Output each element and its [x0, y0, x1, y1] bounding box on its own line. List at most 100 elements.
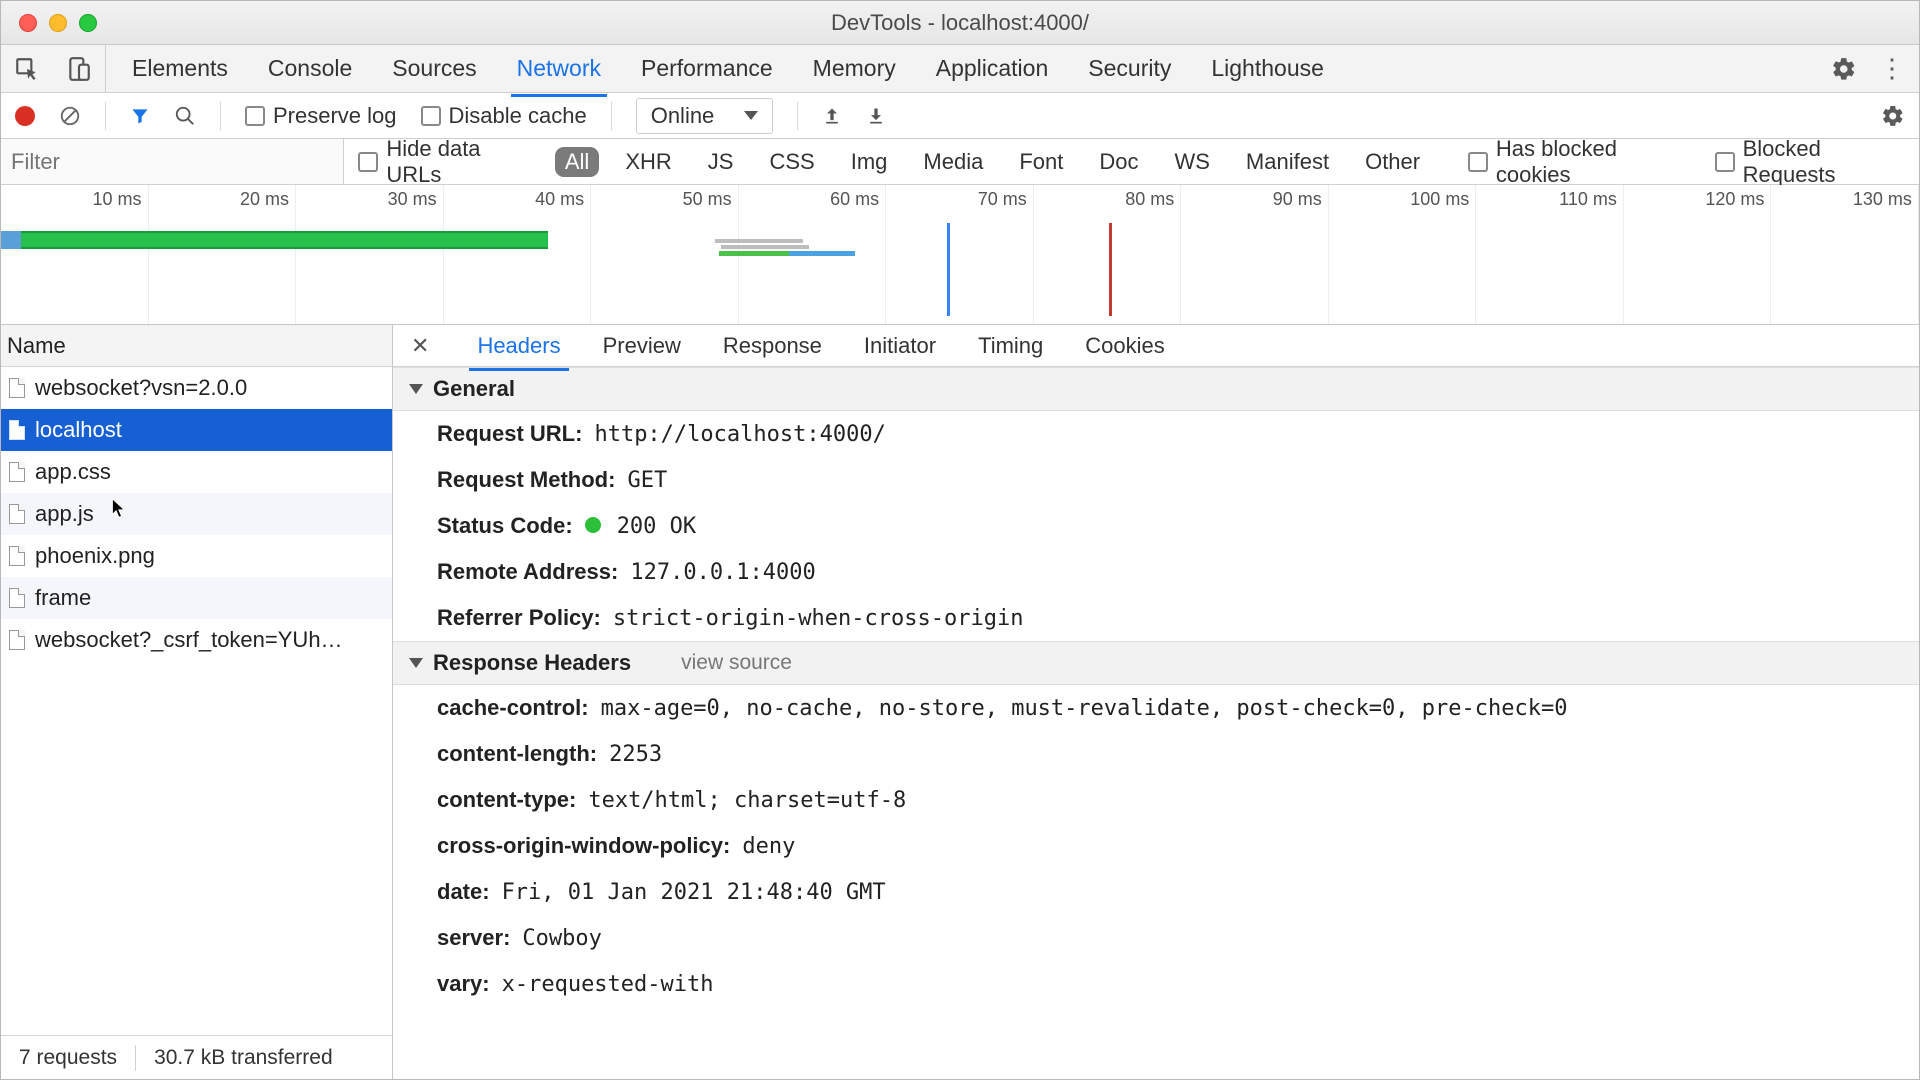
upload-har-icon[interactable] [822, 105, 842, 127]
timeline-tick: 90 ms [1181, 185, 1329, 325]
disable-cache-checkbox[interactable]: Disable cache [421, 103, 587, 129]
request-row[interactable]: app.css [1, 451, 392, 493]
timeline-tick: 80 ms [1034, 185, 1182, 325]
preserve-log-checkbox[interactable]: Preserve log [245, 103, 397, 129]
hide-data-urls-checkbox[interactable]: Hide data URLs [358, 136, 540, 188]
name-column-header: Name [7, 333, 66, 359]
header-key: Request URL: [437, 421, 582, 447]
titlebar: DevTools - localhost:4000/ [1, 1, 1919, 45]
close-window-button[interactable] [19, 14, 37, 32]
header-row: Referrer Policy: strict-origin-when-cros… [393, 595, 1919, 641]
record-button[interactable] [15, 106, 35, 126]
file-icon [9, 378, 25, 398]
separator [611, 102, 612, 130]
request-list-header[interactable]: Name [1, 325, 392, 367]
maximize-window-button[interactable] [79, 14, 97, 32]
panel-tab-sources[interactable]: Sources [390, 47, 478, 90]
has-blocked-cookies-checkbox[interactable]: Has blocked cookies [1468, 136, 1697, 188]
detail-tab-cookies[interactable]: Cookies [1083, 329, 1166, 363]
separator [797, 102, 798, 130]
header-row: cross-origin-window-policy: deny [393, 823, 1919, 869]
blocked-requests-checkbox[interactable]: Blocked Requests [1715, 136, 1919, 188]
request-row[interactable]: app.js [1, 493, 392, 535]
panel-tab-memory[interactable]: Memory [811, 47, 898, 90]
transferred-size: 30.7 kB transferred [136, 1046, 351, 1070]
search-icon[interactable] [174, 105, 196, 127]
filter-type-js[interactable]: JS [698, 147, 744, 177]
detail-tab-response[interactable]: Response [721, 329, 824, 363]
header-key: Request Method: [437, 467, 615, 493]
header-key: content-type: [437, 787, 576, 813]
timeline-overview[interactable]: 10 ms20 ms30 ms40 ms50 ms60 ms70 ms80 ms… [1, 185, 1919, 325]
request-name: app.css [35, 459, 111, 485]
response-headers-title: Response Headers [433, 650, 631, 676]
more-menu-icon[interactable]: ⋮ [1879, 53, 1905, 84]
header-row: content-length: 2253 [393, 731, 1919, 777]
detail-tab-preview[interactable]: Preview [601, 329, 683, 363]
header-key: cache-control: [437, 695, 589, 721]
panel-tab-lighthouse[interactable]: Lighthouse [1209, 47, 1326, 90]
file-icon [9, 420, 25, 440]
detail-tab-initiator[interactable]: Initiator [862, 329, 938, 363]
request-row[interactable]: frame [1, 577, 392, 619]
timeline-tick: 20 ms [149, 185, 297, 325]
filter-type-img[interactable]: Img [841, 147, 898, 177]
request-row[interactable]: websocket?vsn=2.0.0 [1, 367, 392, 409]
checkbox-icon [1715, 152, 1735, 172]
panel-tab-elements[interactable]: Elements [130, 47, 230, 90]
throttling-select[interactable]: Online [636, 98, 774, 134]
filter-toggle-icon[interactable] [130, 106, 150, 126]
filter-type-xhr[interactable]: XHR [615, 147, 681, 177]
filter-type-other[interactable]: Other [1355, 147, 1430, 177]
inspect-element-icon[interactable] [1, 45, 53, 92]
header-row: Request URL: http://localhost:4000/ [393, 411, 1919, 457]
view-source-link[interactable]: view source [681, 651, 792, 675]
filter-type-manifest[interactable]: Manifest [1236, 147, 1339, 177]
panel-tab-performance[interactable]: Performance [639, 47, 775, 90]
timeline-tick: 100 ms [1329, 185, 1477, 325]
header-value: GET [627, 468, 667, 493]
timeline-tick: 130 ms [1771, 185, 1919, 325]
detail-tab-headers[interactable]: Headers [475, 329, 562, 363]
header-key: server: [437, 925, 510, 951]
request-details: ✕ Headers Preview Response Initiator Timing C… [393, 325, 1919, 1079]
timeline-tick: 70 ms [886, 185, 1034, 325]
panel-tab-network[interactable]: Network [515, 47, 603, 90]
filter-type-all[interactable]: All [555, 147, 599, 177]
header-value: Cowboy [522, 926, 601, 951]
response-headers-section-header[interactable]: Response Headers view source [393, 641, 1919, 685]
request-row[interactable]: websocket?_csrf_token=YUh… [1, 619, 392, 661]
download-har-icon[interactable] [866, 105, 886, 127]
header-row: vary: x-requested-with [393, 961, 1919, 1007]
header-key: vary: [437, 971, 490, 997]
filter-type-font[interactable]: Font [1009, 147, 1073, 177]
settings-icon[interactable] [1831, 56, 1857, 82]
disable-cache-label: Disable cache [449, 103, 587, 129]
close-details-button[interactable]: ✕ [411, 333, 429, 359]
request-row[interactable]: phoenix.png [1, 535, 392, 577]
chevron-down-icon [744, 111, 758, 120]
request-row[interactable]: localhost [1, 409, 392, 451]
header-key: Referrer Policy: [437, 605, 601, 631]
header-key: Status Code: [437, 513, 573, 539]
panel-tab-security[interactable]: Security [1086, 47, 1173, 90]
panel-tab-application[interactable]: Application [934, 47, 1051, 90]
detail-tab-timing[interactable]: Timing [976, 329, 1045, 363]
headers-panel: General Request URL: http://localhost:40… [393, 367, 1919, 1079]
filter-type-ws[interactable]: WS [1164, 147, 1219, 177]
header-value: http://localhost:4000/ [594, 422, 885, 447]
filter-type-doc[interactable]: Doc [1089, 147, 1148, 177]
header-row: cache-control: max-age=0, no-cache, no-s… [393, 685, 1919, 731]
filter-type-css[interactable]: CSS [759, 147, 824, 177]
clear-button[interactable] [59, 105, 81, 127]
minimize-window-button[interactable] [49, 14, 67, 32]
network-settings-icon[interactable] [1881, 104, 1905, 128]
general-section-header[interactable]: General [393, 367, 1919, 411]
panel-tab-console[interactable]: Console [266, 47, 354, 90]
filter-type-media[interactable]: Media [913, 147, 993, 177]
header-row: Remote Address: 127.0.0.1:4000 [393, 549, 1919, 595]
filter-input[interactable] [1, 139, 344, 184]
blocked-requests-label: Blocked Requests [1743, 136, 1919, 188]
preserve-log-label: Preserve log [273, 103, 397, 129]
device-toolbar-icon[interactable] [53, 45, 105, 92]
